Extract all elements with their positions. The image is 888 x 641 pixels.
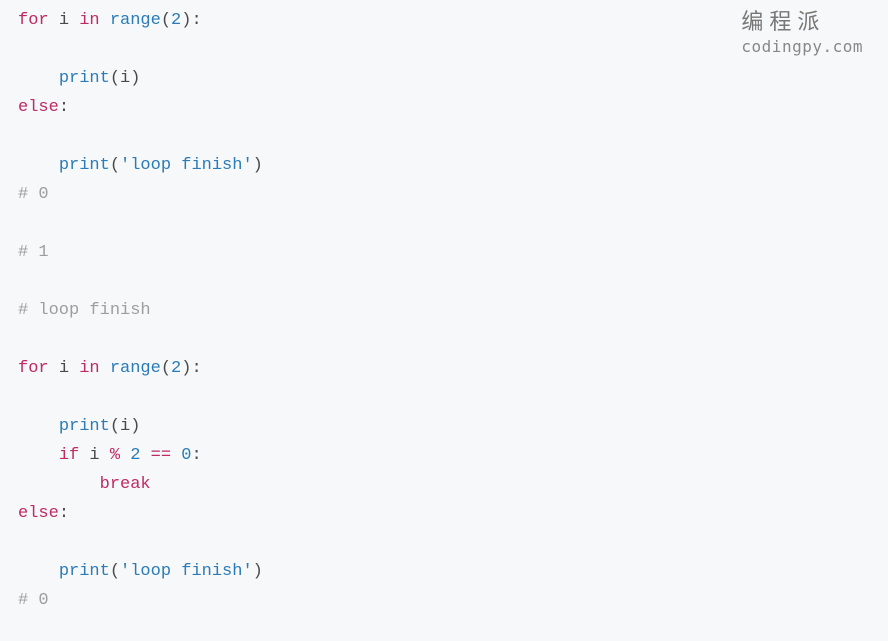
string: 'loop finish'	[120, 562, 253, 581]
comment: # loop finish	[18, 301, 151, 320]
number: 2	[171, 359, 181, 378]
var-i: i	[120, 69, 130, 88]
func-range: range	[110, 359, 161, 378]
colon: :	[59, 98, 69, 117]
indent	[18, 156, 59, 175]
paren-close: )	[253, 562, 263, 581]
keyword-in: in	[79, 359, 99, 378]
paren-open: (	[161, 11, 171, 30]
number: 2	[130, 446, 140, 465]
number: 0	[181, 446, 191, 465]
indent	[18, 475, 100, 494]
var-i: i	[59, 359, 69, 378]
keyword-break: break	[100, 475, 151, 494]
code-line: # 0	[18, 591, 49, 610]
indent	[18, 562, 59, 581]
code-block: for i in range(2): print(i) else: print(…	[0, 0, 888, 621]
paren-open: (	[161, 359, 171, 378]
code-line: # loop finish	[18, 301, 151, 320]
code-line: print(i)	[18, 417, 140, 436]
op-mod: %	[110, 446, 120, 465]
paren-open: (	[110, 156, 120, 175]
code-line: for i in range(2):	[18, 11, 202, 30]
func-print: print	[59, 69, 110, 88]
comment: # 0	[18, 591, 49, 610]
var-i: i	[89, 446, 99, 465]
code-line: else:	[18, 98, 69, 117]
paren-close: )	[181, 359, 191, 378]
comment: # 0	[18, 185, 49, 204]
code-line: print('loop finish')	[18, 156, 263, 175]
colon: :	[191, 359, 201, 378]
func-print: print	[59, 562, 110, 581]
keyword-else: else	[18, 504, 59, 523]
func-range: range	[110, 11, 161, 30]
code-line: else:	[18, 504, 69, 523]
keyword-else: else	[18, 98, 59, 117]
code-line: print('loop finish')	[18, 562, 263, 581]
code-line: for i in range(2):	[18, 359, 202, 378]
keyword-if: if	[59, 446, 79, 465]
paren-close: )	[130, 69, 140, 88]
paren-open: (	[110, 417, 120, 436]
code-line: # 0	[18, 185, 49, 204]
code-line: break	[18, 475, 151, 494]
code-line: print(i)	[18, 69, 140, 88]
keyword-for: for	[18, 11, 49, 30]
comment: # 1	[18, 243, 49, 262]
paren-close: )	[130, 417, 140, 436]
func-print: print	[59, 417, 110, 436]
colon: :	[59, 504, 69, 523]
string: 'loop finish'	[120, 156, 253, 175]
number: 2	[171, 11, 181, 30]
keyword-in: in	[79, 11, 99, 30]
code-line: if i % 2 == 0:	[18, 446, 202, 465]
indent	[18, 69, 59, 88]
func-print: print	[59, 156, 110, 175]
var-i: i	[59, 11, 69, 30]
colon: :	[191, 11, 201, 30]
indent	[18, 446, 59, 465]
paren-open: (	[110, 69, 120, 88]
paren-close: )	[181, 11, 191, 30]
colon: :	[191, 446, 201, 465]
keyword-for: for	[18, 359, 49, 378]
op-eq: ==	[151, 446, 171, 465]
paren-open: (	[110, 562, 120, 581]
indent	[18, 417, 59, 436]
paren-close: )	[253, 156, 263, 175]
var-i: i	[120, 417, 130, 436]
code-line: # 1	[18, 243, 49, 262]
